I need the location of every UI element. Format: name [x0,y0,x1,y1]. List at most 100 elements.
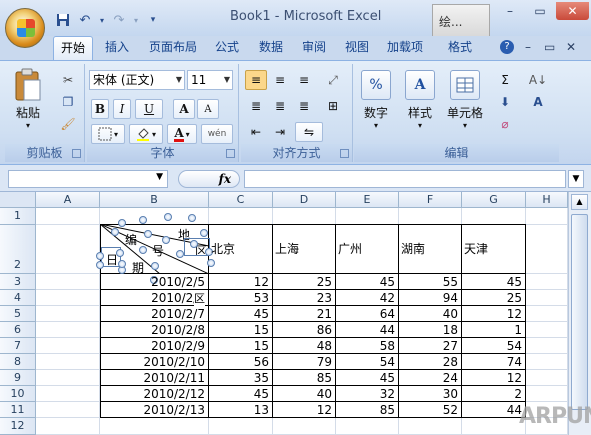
fill-color-icon[interactable]: ▾ [129,124,163,144]
value-cell[interactable]: 18 [399,322,461,338]
format-painter-icon[interactable]: 🖌 [57,114,79,134]
date-cell[interactable]: 2010/2/7 [100,306,208,322]
bold-button[interactable]: B [91,99,109,119]
align-top-icon[interactable]: ≡ [245,70,267,90]
align-bottom-icon[interactable]: ≡ [293,70,315,90]
value-cell[interactable]: 55 [399,274,461,290]
tab-page-layout[interactable]: 页面布局 [142,36,204,60]
font-size-combo[interactable]: 11 ▼ [187,70,233,90]
value-cell[interactable]: 2 [462,386,525,402]
worksheet-grid[interactable]: A B C D E F G H 1 2 3 4 5 6 7 8 9 10 11 12 编号地区日期北京 上海 广州 湖南 天津 2… [0,192,591,435]
value-cell[interactable]: 12 [462,370,525,386]
value-cell[interactable]: 85 [273,370,335,386]
undo-dropdown-icon[interactable]: ▾ [98,11,106,29]
value-cell[interactable]: 25 [462,290,525,306]
styles-button[interactable]: A 样式 ▾ [401,70,439,130]
value-cell[interactable]: 94 [399,290,461,306]
grow-font-button[interactable]: A [173,99,195,119]
font-launcher-icon[interactable] [226,149,235,158]
value-cell[interactable]: 40 [399,306,461,322]
workbook-minimize-button[interactable]: – [525,40,531,54]
selection-handle[interactable] [96,261,104,269]
row-header[interactable]: 1 [0,208,36,225]
value-cell[interactable]: 30 [399,386,461,402]
align-right-icon[interactable]: ≣ [293,96,315,116]
selection-handle[interactable] [207,259,215,267]
value-cell[interactable]: 24 [399,370,461,386]
row-header[interactable]: 3 [0,274,36,290]
undo-icon[interactable]: ↶ [76,11,94,29]
number-format-button[interactable]: % 数字 ▾ [357,70,395,130]
clear-button[interactable]: ⌀ [493,114,517,134]
underline-button[interactable]: U [135,99,163,119]
value-cell[interactable]: 56 [209,354,272,370]
fill-icon[interactable]: ⬇ [493,92,517,112]
column-header[interactable]: F [399,192,462,208]
date-cell[interactable]: 2010/2/5 [100,274,208,290]
row-header[interactable]: 2 [0,225,36,274]
value-cell[interactable]: 32 [336,386,398,402]
select-all-corner[interactable] [0,192,36,208]
save-icon[interactable] [54,11,72,29]
selection-handle[interactable] [111,228,119,236]
font-name-combo[interactable]: 宋体 (正文) ▼ [89,70,185,90]
value-cell[interactable]: 48 [273,338,335,354]
column-header[interactable]: H [526,192,568,208]
restore-button[interactable]: ▭ [525,2,555,20]
value-cell[interactable]: 74 [462,354,525,370]
close-button[interactable]: ✕ [556,2,589,20]
value-cell[interactable]: 86 [273,322,335,338]
value-cell[interactable]: 44 [462,402,525,418]
row-header[interactable]: 7 [0,338,36,354]
selection-handle[interactable] [188,214,196,222]
date-cell[interactable]: 2010/2/10 [100,354,208,370]
value-cell[interactable]: 15 [209,338,272,354]
row-header[interactable]: 12 [0,418,36,435]
selection-handle[interactable] [200,229,208,237]
expand-formula-bar-icon[interactable]: ▼ [568,170,584,188]
selection-handle[interactable] [144,230,152,238]
value-cell[interactable]: 85 [336,402,398,418]
align-center-icon[interactable]: ≣ [269,96,291,116]
column-header[interactable]: A [36,192,100,208]
value-cell[interactable]: 12 [462,306,525,322]
workbook-restore-button[interactable]: ▭ [544,40,555,54]
align-left-icon[interactable]: ≣ [245,96,267,116]
autosum-button[interactable]: Σ [493,70,517,90]
value-cell[interactable]: 64 [336,306,398,322]
selection-handle[interactable] [162,236,170,244]
paste-button[interactable]: 粘贴 ▾ [11,68,45,130]
tab-addins[interactable]: 加载项 [381,36,429,60]
value-cell[interactable]: 42 [336,290,398,306]
scroll-up-icon[interactable]: ▲ [571,194,588,210]
column-header[interactable]: E [336,192,399,208]
column-header[interactable]: D [273,192,336,208]
selection-handle[interactable] [190,240,198,248]
value-cell[interactable]: 54 [336,354,398,370]
date-cell[interactable]: 2010/2/12 [100,386,208,402]
selection-handle[interactable] [139,246,147,254]
value-cell[interactable]: 44 [336,322,398,338]
phonetic-guide-button[interactable]: wén [201,124,233,144]
italic-button[interactable]: I [113,99,131,119]
insert-function-button[interactable]: fx [178,170,240,188]
value-cell[interactable]: 28 [399,354,461,370]
formula-input[interactable] [244,170,566,188]
date-cell[interactable]: 2010/2/11 [100,370,208,386]
row-header[interactable]: 11 [0,402,36,418]
value-cell[interactable]: 45 [209,306,272,322]
tab-data[interactable]: 数据 [252,36,290,60]
value-cell[interactable]: 1 [462,322,525,338]
selection-handle[interactable] [176,250,184,258]
sort-filter-button[interactable]: A↓ [523,70,553,90]
increase-indent-icon[interactable]: ⇥ [269,122,291,142]
border-icon[interactable]: ▾ [91,124,125,144]
value-cell[interactable]: 23 [273,290,335,306]
drawing-tools-context-tab[interactable]: 绘... [432,4,490,36]
decrease-indent-icon[interactable]: ⇤ [245,122,267,142]
selection-handle[interactable] [164,213,172,221]
redo-dropdown-icon[interactable]: ▾ [132,11,140,29]
orientation-icon[interactable]: ⤢ [319,70,347,90]
row-header[interactable]: 10 [0,386,36,402]
merge-center-icon[interactable]: ⊞ [319,96,347,116]
